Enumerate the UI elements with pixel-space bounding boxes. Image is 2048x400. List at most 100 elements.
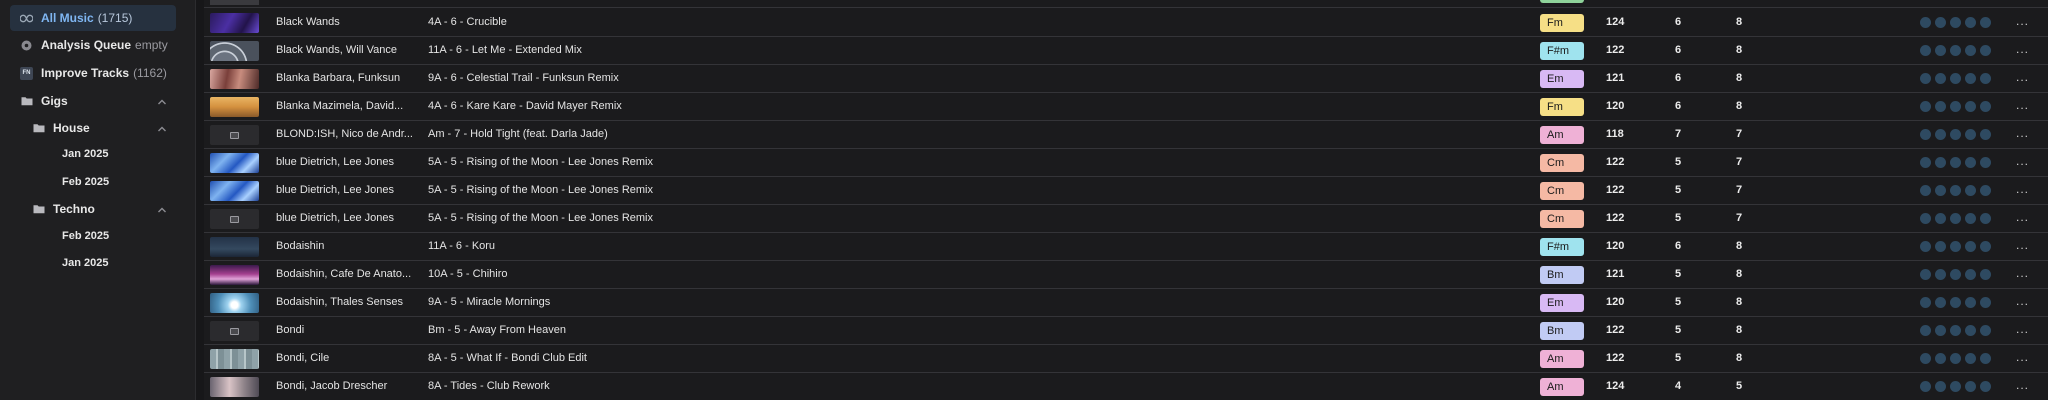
table-row[interactable]: BLOND:ISH, Nico de Andr... Am - 7 - Hold … xyxy=(204,121,2048,149)
chevron-up-icon[interactable] xyxy=(156,95,168,107)
rating-dot[interactable] xyxy=(1980,17,1991,28)
chevron-up-icon[interactable] xyxy=(156,203,168,215)
more-options-button[interactable]: ... xyxy=(2016,289,2029,316)
more-options-button[interactable]: ... xyxy=(2016,345,2029,372)
rating-dot[interactable] xyxy=(1920,185,1931,196)
sidebar-item-house-feb-2025[interactable]: Feb 2025 xyxy=(62,172,109,192)
rating-dots[interactable] xyxy=(1920,297,1991,308)
rating-dot[interactable] xyxy=(1980,101,1991,112)
rating-dot[interactable] xyxy=(1965,325,1976,336)
sidebar-item-techno[interactable]: Techno xyxy=(32,196,95,222)
rating-dot[interactable] xyxy=(1935,325,1946,336)
rating-dot[interactable] xyxy=(1965,297,1976,308)
more-options-button[interactable]: ... xyxy=(2016,65,2029,92)
more-options-button[interactable]: ... xyxy=(2016,177,2029,204)
rating-dot[interactable] xyxy=(1950,185,1961,196)
sidebar-item-techno-feb-2025[interactable]: Feb 2025 xyxy=(62,226,109,246)
rating-dot[interactable] xyxy=(1980,381,1991,392)
table-row[interactable]: Black Wands 4A - 6 - Crucible Fm 124 6 8... xyxy=(204,9,2048,37)
rating-dot[interactable] xyxy=(1950,353,1961,364)
more-options-button[interactable]: ... xyxy=(2016,205,2029,232)
rating-dot[interactable] xyxy=(1950,17,1961,28)
rating-dot[interactable] xyxy=(1935,241,1946,252)
rating-dot[interactable] xyxy=(1920,269,1931,280)
rating-dot[interactable] xyxy=(1935,129,1946,140)
rating-dots[interactable] xyxy=(1920,185,1991,196)
rating-dots[interactable] xyxy=(1920,157,1991,168)
rating-dot[interactable] xyxy=(1950,101,1961,112)
rating-dot[interactable] xyxy=(1935,381,1946,392)
more-options-button[interactable]: ... xyxy=(2016,373,2029,400)
more-options-button[interactable]: ... xyxy=(2016,93,2029,120)
rating-dot[interactable] xyxy=(1980,297,1991,308)
table-row[interactable]: Bondi, Cile 8A - 5 - What If - Bondi Club… xyxy=(204,345,2048,373)
rating-dots[interactable] xyxy=(1920,45,1991,56)
rating-dot[interactable] xyxy=(1935,213,1946,224)
rating-dot[interactable] xyxy=(1920,17,1931,28)
rating-dots[interactable] xyxy=(1920,241,1991,252)
rating-dot[interactable] xyxy=(1950,45,1961,56)
rating-dot[interactable] xyxy=(1965,241,1976,252)
rating-dot[interactable] xyxy=(1920,129,1931,140)
rating-dot[interactable] xyxy=(1935,185,1946,196)
rating-dot[interactable] xyxy=(1920,297,1931,308)
rating-dot[interactable] xyxy=(1920,241,1931,252)
rating-dot[interactable] xyxy=(1950,241,1961,252)
more-options-button[interactable]: ... xyxy=(2016,37,2029,64)
sidebar-item-techno-jan-2025[interactable]: Jan 2025 xyxy=(62,253,108,273)
rating-dot[interactable] xyxy=(1965,157,1976,168)
table-row[interactable]: Bodaishin 11A - 6 - Koru F#m 120 6 8... xyxy=(204,233,2048,261)
rating-dot[interactable] xyxy=(1935,269,1946,280)
rating-dots[interactable] xyxy=(1920,101,1991,112)
rating-dot[interactable] xyxy=(1980,45,1991,56)
rating-dot[interactable] xyxy=(1920,381,1931,392)
rating-dot[interactable] xyxy=(1935,101,1946,112)
rating-dots[interactable] xyxy=(1920,213,1991,224)
chevron-up-icon[interactable] xyxy=(156,122,168,134)
rating-dot[interactable] xyxy=(1950,381,1961,392)
sidebar-item-house[interactable]: House xyxy=(32,115,90,141)
rating-dot[interactable] xyxy=(1980,213,1991,224)
rating-dot[interactable] xyxy=(1980,73,1991,84)
more-options-button[interactable]: ... xyxy=(2016,9,2029,36)
rating-dots[interactable] xyxy=(1920,353,1991,364)
rating-dot[interactable] xyxy=(1980,325,1991,336)
rating-dot[interactable] xyxy=(1935,17,1946,28)
rating-dot[interactable] xyxy=(1950,213,1961,224)
rating-dot[interactable] xyxy=(1950,269,1961,280)
rating-dot[interactable] xyxy=(1980,129,1991,140)
table-row[interactable]: Blanka Mazimela, David... 4A - 6 - Kare K… xyxy=(204,93,2048,121)
table-row[interactable]: blue Dietrich, Lee Jones 5A - 5 - Rising … xyxy=(204,177,2048,205)
rating-dots[interactable] xyxy=(1920,17,1991,28)
rating-dot[interactable] xyxy=(1950,73,1961,84)
rating-dot[interactable] xyxy=(1935,353,1946,364)
rating-dot[interactable] xyxy=(1980,185,1991,196)
rating-dot[interactable] xyxy=(1935,157,1946,168)
table-row[interactable]: Blanka Barbara, Funksun 9A - 6 - Celestia… xyxy=(204,65,2048,93)
table-row[interactable]: blue Dietrich, Lee Jones 5A - 5 - Rising … xyxy=(204,149,2048,177)
rating-dot[interactable] xyxy=(1980,353,1991,364)
more-options-button[interactable]: ... xyxy=(2016,233,2029,260)
table-row-partial[interactable] xyxy=(204,0,2048,8)
table-row[interactable]: Bodaishin, Thales Senses 9A - 5 - Miracle… xyxy=(204,289,2048,317)
sidebar-item-gigs[interactable]: Gigs xyxy=(20,88,68,114)
more-options-button[interactable]: ... xyxy=(2016,149,2029,176)
rating-dot[interactable] xyxy=(1965,269,1976,280)
rating-dot[interactable] xyxy=(1920,157,1931,168)
more-options-button[interactable]: ... xyxy=(2016,261,2029,288)
table-row[interactable]: Black Wands, Will Vance 11A - 6 - Let Me … xyxy=(204,37,2048,65)
more-options-button[interactable]: ... xyxy=(2016,317,2029,344)
rating-dots[interactable] xyxy=(1920,73,1991,84)
rating-dot[interactable] xyxy=(1965,73,1976,84)
rating-dots[interactable] xyxy=(1920,129,1991,140)
rating-dot[interactable] xyxy=(1980,269,1991,280)
rating-dot[interactable] xyxy=(1950,157,1961,168)
rating-dot[interactable] xyxy=(1920,325,1931,336)
rating-dot[interactable] xyxy=(1920,45,1931,56)
rating-dot[interactable] xyxy=(1920,73,1931,84)
sidebar-item-improve-tracks[interactable]: FN Improve Tracks (1162) xyxy=(20,60,167,86)
table-row[interactable]: blue Dietrich, Lee Jones 5A - 5 - Rising … xyxy=(204,205,2048,233)
table-row[interactable]: Bodaishin, Cafe De Anato... 10A - 5 - Chi… xyxy=(204,261,2048,289)
sidebar-item-all-music[interactable]: All Music (1715) xyxy=(10,5,176,31)
rating-dot[interactable] xyxy=(1965,17,1976,28)
